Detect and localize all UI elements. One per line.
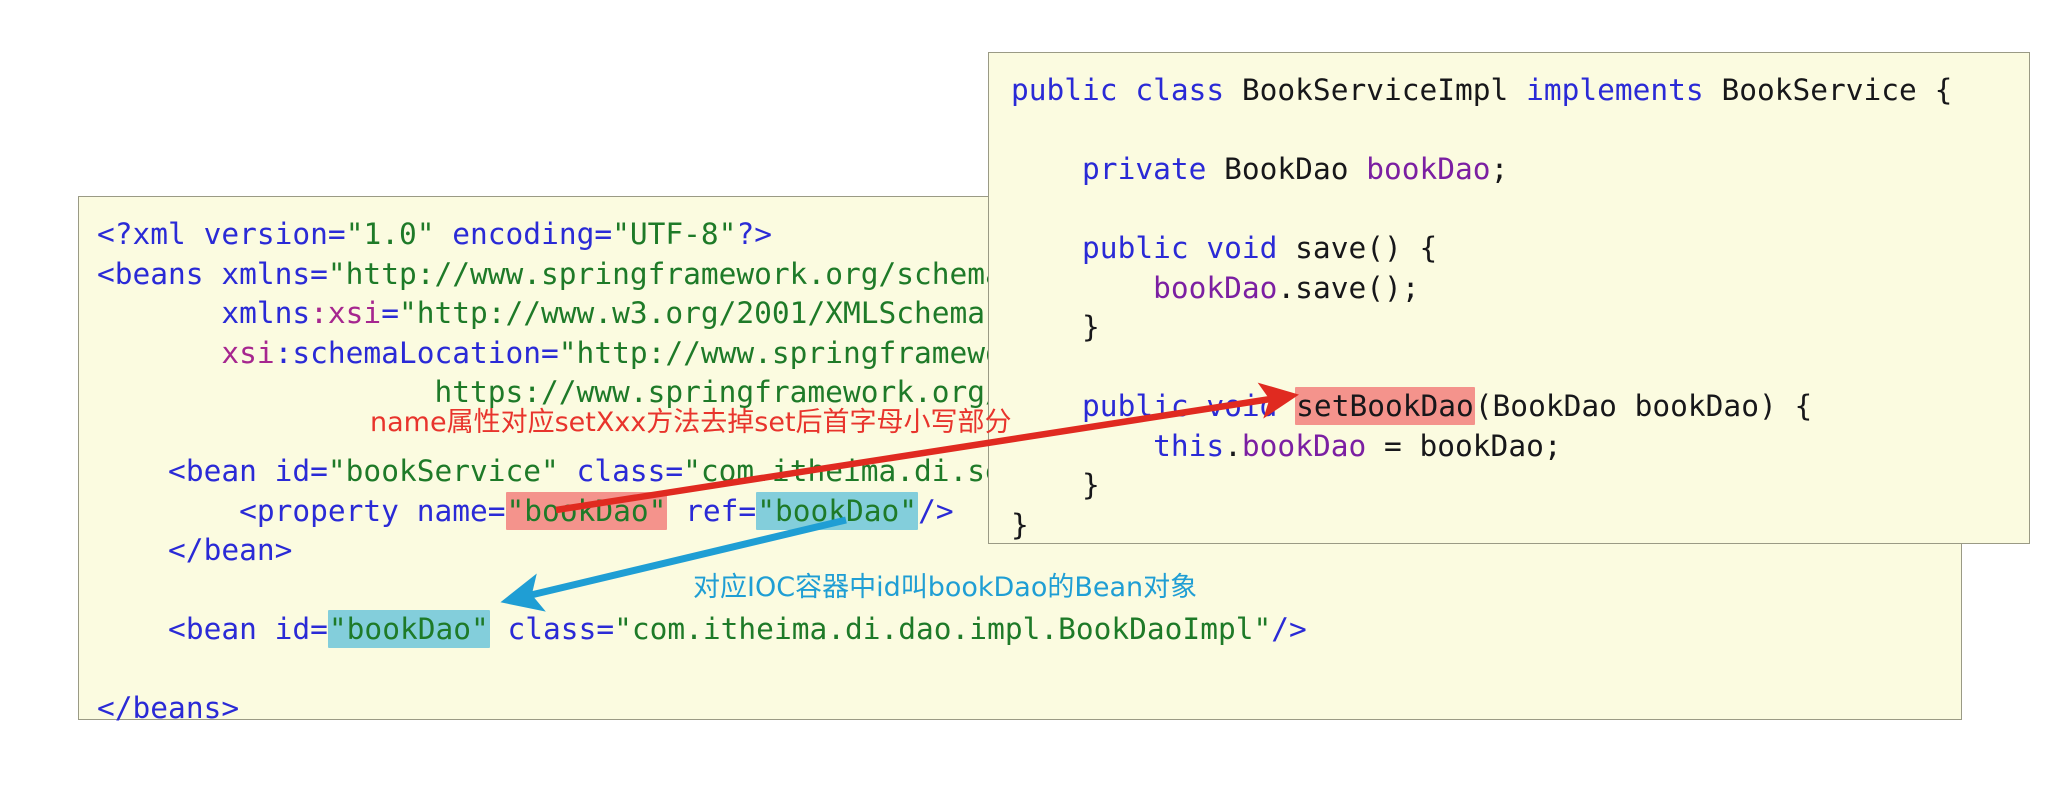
xml-token: property [256,493,399,528]
java-token: this [1011,428,1225,463]
xml-token: id= [256,612,328,646]
xml-token: = [381,296,399,330]
java-line: public class BookServiceImpl implements … [1011,71,2029,111]
xml-token: <? [97,217,133,251]
xml-token: = [541,335,559,370]
xml-token: :xsi [310,296,382,330]
java-line: bookDao.save(); [1011,269,2029,309]
xml-token: "com.itheima.di.dao.impl.BookDaoImpl" [614,612,1272,646]
xml-token: encoding= [434,217,613,251]
java-token: () { [1366,231,1438,265]
annotation-ref-attribute-note: 对应IOC容器中id叫bookDao的Bean对象 [693,572,1198,603]
xml-token: ?> [736,217,772,251]
xml-token: /> [1271,612,1307,646]
java-token: = bookDao; [1366,428,1562,463]
java-token: public class [1011,73,1242,107]
xml-token: bean [185,612,257,646]
xml-token: < [97,256,115,291]
xml-token: class= [558,454,684,488]
xml-token: xml [132,217,186,251]
xml-token: < [97,612,186,646]
java-token: BookDao [1224,152,1367,186]
xml-token: bean [185,454,257,488]
java-token: private [1011,152,1225,186]
java-highlighted-token: setBookDao [1295,387,1475,425]
java-line: this.bookDao = bookDao; [1011,427,2029,467]
java-token: bookDao [1241,428,1367,463]
java-line: public void setBookDao(BookDao bookDao) … [1011,387,2029,427]
xml-token: beans [114,256,204,291]
xml-token: "1.0" [345,217,435,251]
xml-token: xmlns [97,296,311,330]
java-token: BookService { [1721,73,1953,107]
xml-token: ref= [667,493,757,528]
xml-token: xmlns= [203,256,328,291]
java-line: private BookDao bookDao; [1011,150,2029,190]
xml-token: > [221,691,240,725]
java-line: } [1011,506,2029,546]
java-token: } [1011,310,1100,344]
java-token: } [1011,507,1029,542]
java-token: . [1224,428,1242,463]
xml-token: /> [918,493,954,528]
xml-token: :schemaLocation [274,335,542,370]
xml-token: < [97,454,186,488]
xml-token: version= [185,217,346,251]
java-token: BookServiceImpl [1241,73,1527,107]
java-line [1011,348,2029,388]
xml-token: beans [132,691,222,725]
xml-highlighted-token: "bookDao" [505,491,668,530]
java-line: public void save() { [1011,229,2029,269]
java-token: implements [1526,73,1722,107]
java-token: (BookDao bookDao) { [1474,389,1813,423]
xml-token: "UTF-8" [612,217,737,251]
xml-highlighted-token: "bookDao" [327,610,490,648]
java-token: ; [1490,152,1509,186]
xml-line [97,650,1961,690]
java-token: public void [1011,231,1296,265]
java-source-panel: public class BookServiceImpl implements … [988,52,2030,544]
java-code-block: public class BookServiceImpl implements … [1011,71,2029,545]
xml-token: < [97,493,257,528]
xml-token: </ [97,533,204,567]
annotation-name-attribute-note: name属性对应setXxx方法去掉set后首字母小写部分 [370,407,1012,438]
java-line: } [1011,308,2029,348]
xml-line: <bean id="bookDao" class="com.itheima.di… [97,610,1961,650]
xml-token: > [274,533,293,567]
xml-highlighted-token: "bookDao" [756,491,919,530]
java-line [1011,111,2029,151]
xml-token: bean [203,533,275,567]
java-token: public void [1011,389,1296,423]
xml-token: </ [97,691,133,725]
java-line [1011,190,2029,230]
java-line: } [1011,466,2029,506]
xml-token: name= [398,493,506,528]
java-token: .save(); [1277,270,1420,305]
xml-token: id= [256,454,328,488]
xml-token: class= [489,612,615,646]
java-token: save [1295,231,1367,265]
xml-line: </beans> [97,689,1961,729]
xml-token: "bookService" [327,454,559,488]
java-token: bookDao [1366,152,1491,186]
java-token: } [1011,468,1100,502]
xml-token: xsi [97,335,275,370]
java-token: bookDao [1011,270,1278,305]
